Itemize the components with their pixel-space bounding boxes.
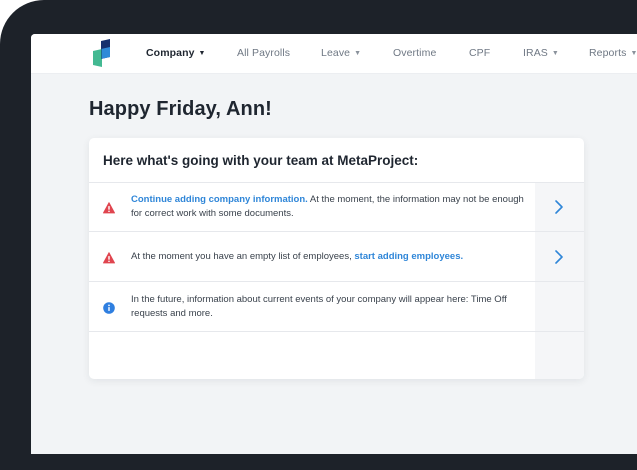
notification-text-body: At the moment you have an empty list of … xyxy=(131,251,355,262)
chevron-down-icon: ▼ xyxy=(354,50,362,57)
nav-item-cpf[interactable]: CPF xyxy=(469,47,490,59)
nav-item-label: CPF xyxy=(469,47,491,59)
notification-text: Continue adding company information. At … xyxy=(131,193,526,221)
nav-item-leave[interactable]: Leave ▼ xyxy=(321,47,361,59)
card-title: Here what's going with your team at Meta… xyxy=(103,153,419,168)
continue-adding-company-info-link[interactable]: Continue adding company information. xyxy=(131,194,308,205)
warning-icon xyxy=(103,252,115,264)
app-screen: Company ▼ All Payrolls Leave ▼ Overtime CP… xyxy=(31,34,637,454)
nav-item-all-payrolls[interactable]: All Payrolls xyxy=(237,47,290,59)
nav-item-overtime[interactable]: Overtime xyxy=(393,47,436,59)
nav-item-label: Reports xyxy=(589,47,627,59)
notification-text: At the moment you have an empty list of … xyxy=(131,250,526,264)
nav-item-label: All Payrolls xyxy=(237,47,291,59)
nav-item-reports[interactable]: Reports ▼ xyxy=(589,47,637,59)
nav-item-label: IRAS xyxy=(523,47,548,59)
info-icon xyxy=(103,302,115,314)
notification-row-employees[interactable]: At the moment you have an empty list of … xyxy=(89,233,584,282)
start-adding-employees-link[interactable]: start adding employees. xyxy=(354,251,463,262)
nav-item-iras[interactable]: IRAS ▼ xyxy=(523,47,559,59)
company-logo[interactable] xyxy=(89,39,115,67)
chevron-down-icon: ▼ xyxy=(630,50,637,57)
warning-icon xyxy=(103,202,115,214)
chevron-down-icon: ▼ xyxy=(551,50,559,57)
chevron-right-icon[interactable] xyxy=(552,199,566,215)
top-navigation: Company ▼ All Payrolls Leave ▼ Overtime CP… xyxy=(31,34,637,74)
notification-text: In the future, information about current… xyxy=(131,294,507,319)
nav-item-company[interactable]: Company ▼ xyxy=(146,47,206,59)
nav-item-label: Company xyxy=(146,47,195,59)
chevron-down-icon: ▼ xyxy=(198,50,206,57)
notification-row-info: In the future, information about current… xyxy=(89,283,584,332)
notification-row-company-info[interactable]: Continue adding company information. At … xyxy=(89,183,584,232)
chevron-right-icon[interactable] xyxy=(552,249,566,265)
nav-item-label: Leave xyxy=(321,47,351,59)
device-frame: Company ▼ All Payrolls Leave ▼ Overtime CP… xyxy=(0,0,637,470)
team-updates-card: Here what's going with your team at Meta… xyxy=(89,138,584,379)
page-greeting: Happy Friday, Ann! xyxy=(89,98,272,120)
nav-item-label: Overtime xyxy=(393,47,437,59)
